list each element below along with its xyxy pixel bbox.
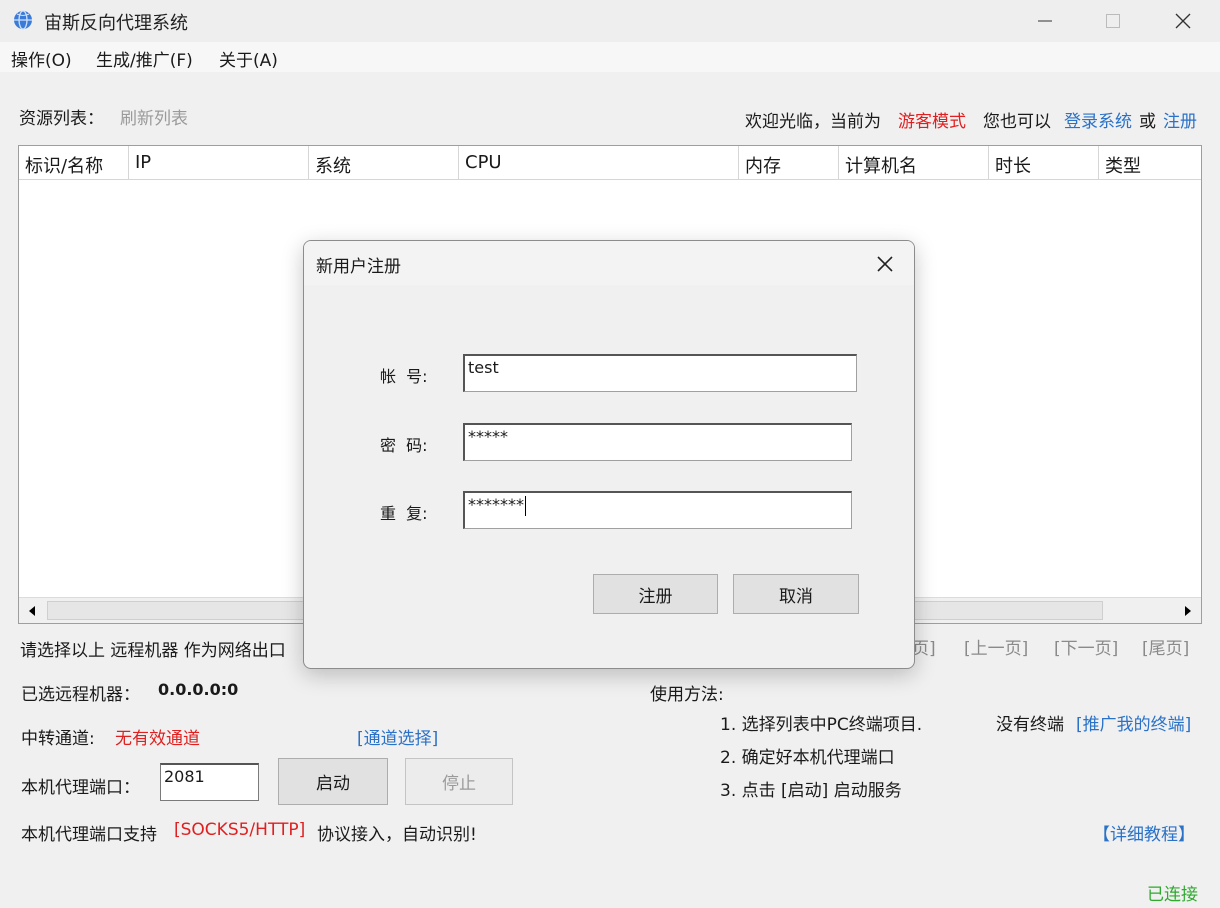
password-input[interactable]: ***** [463,423,852,461]
register-link[interactable]: 注册 [1163,107,1197,132]
relay-channel-label: 中转通道: [21,729,95,749]
column-header-type[interactable]: 类型 [1099,146,1201,180]
minimize-icon [1038,20,1052,22]
column-header-os[interactable]: 系统 [309,146,459,180]
text-caret [525,495,526,516]
column-header-hostname[interactable]: 计算机名 [839,146,989,180]
selected-machine-value: 0.0.0.0:0 [158,680,239,699]
account-label: 帐 号: [380,367,428,386]
globe-icon [14,10,32,30]
guest-mode-text: 游客模式 [898,112,966,132]
dialog-close-button[interactable] [870,249,900,279]
dialog-title-bar: 新用户注册 [304,241,914,285]
welcome-text: 欢迎光临，当前为 [745,112,881,132]
usage-title: 使用方法: [650,685,724,705]
column-header-cpu[interactable]: CPU [459,146,739,180]
usage-step-3: 3. 点击 [启动] 启动服务 [720,781,902,801]
menu-about[interactable]: 关于(A) [219,46,278,71]
scroll-right-button[interactable] [1175,598,1201,623]
start-button[interactable]: 启动 [278,758,388,805]
password-label: 密 码: [380,436,428,455]
promote-terminal-link[interactable]: [推广我的终端] [1076,710,1191,735]
column-header-ip[interactable]: IP [129,146,309,180]
select-hint: 请选择以上 远程机器 作为网络出口 [20,641,286,661]
minimize-button[interactable] [1010,0,1080,42]
dialog-title: 新用户注册 [316,257,401,277]
close-icon [877,256,893,272]
title-bar: 宙斯反向代理系统 [0,0,1220,42]
close-button[interactable] [1148,0,1218,42]
close-icon [1175,13,1191,29]
relay-channel-value: 无有效通道 [115,729,200,749]
channel-select-link[interactable]: [通道选择] [357,724,438,749]
protocol-name: [SOCKS5/HTTP] [174,820,306,840]
resources-label: 资源列表： [19,109,104,129]
register-dialog: 新用户注册 帐 号: test 密 码: ***** 重 复: ******* … [303,240,915,669]
maximize-button[interactable] [1078,0,1148,42]
login-link[interactable]: 登录系统 [1064,107,1132,132]
pager-next[interactable]: [下一页] [1054,634,1118,659]
repeat-password-label: 重 复: [380,504,428,523]
scroll-left-button[interactable] [19,598,45,623]
pager-first[interactable]: 页] [912,634,936,659]
scroll-left-icon [29,605,35,616]
repeat-password-input[interactable]: ******* [463,491,852,529]
menu-generate[interactable]: 生成/推广(F) [96,46,193,71]
scroll-right-icon [1185,605,1191,616]
protocol-support-text: 本机代理端口支持 [21,825,157,845]
pager-last[interactable]: [尾页] [1142,634,1189,659]
column-header-memory[interactable]: 内存 [739,146,839,180]
account-input[interactable]: test [463,354,857,392]
column-header-duration[interactable]: 时长 [989,146,1099,180]
register-button[interactable]: 注册 [593,574,718,614]
maximize-icon [1106,14,1120,28]
local-port-label: 本机代理端口： [21,778,140,798]
pager-prev[interactable]: [上一页] [964,634,1028,659]
window-title: 宙斯反向代理系统 [44,13,188,34]
no-terminal-text: 没有终端 [996,715,1064,735]
menu-operate[interactable]: 操作(O) [11,46,72,71]
selected-machine-label: 已选远程机器： [21,685,140,705]
local-port-input[interactable]: 2081 [160,763,259,801]
usage-step-1: 1. 选择列表中PC终端项目. [720,715,923,735]
repeat-password-value: ******* [468,495,524,514]
also-text: 您也可以 [983,112,1051,132]
connection-status: 已连接 [1147,885,1198,905]
stop-button[interactable]: 停止 [405,758,513,805]
table-header: 标识/名称 IP 系统 CPU 内存 计算机名 时长 类型 [19,146,1201,180]
or-text: 或 [1139,112,1156,132]
usage-step-2: 2. 确定好本机代理端口 [720,748,895,768]
column-header-name[interactable]: 标识/名称 [19,146,129,180]
cancel-button[interactable]: 取消 [733,574,859,614]
tutorial-link[interactable]: 【详细教程】 [1093,820,1195,845]
refresh-list-link[interactable]: 刷新列表 [120,104,188,129]
protocol-support-suffix: 协议接入，自动识别! [317,825,477,845]
